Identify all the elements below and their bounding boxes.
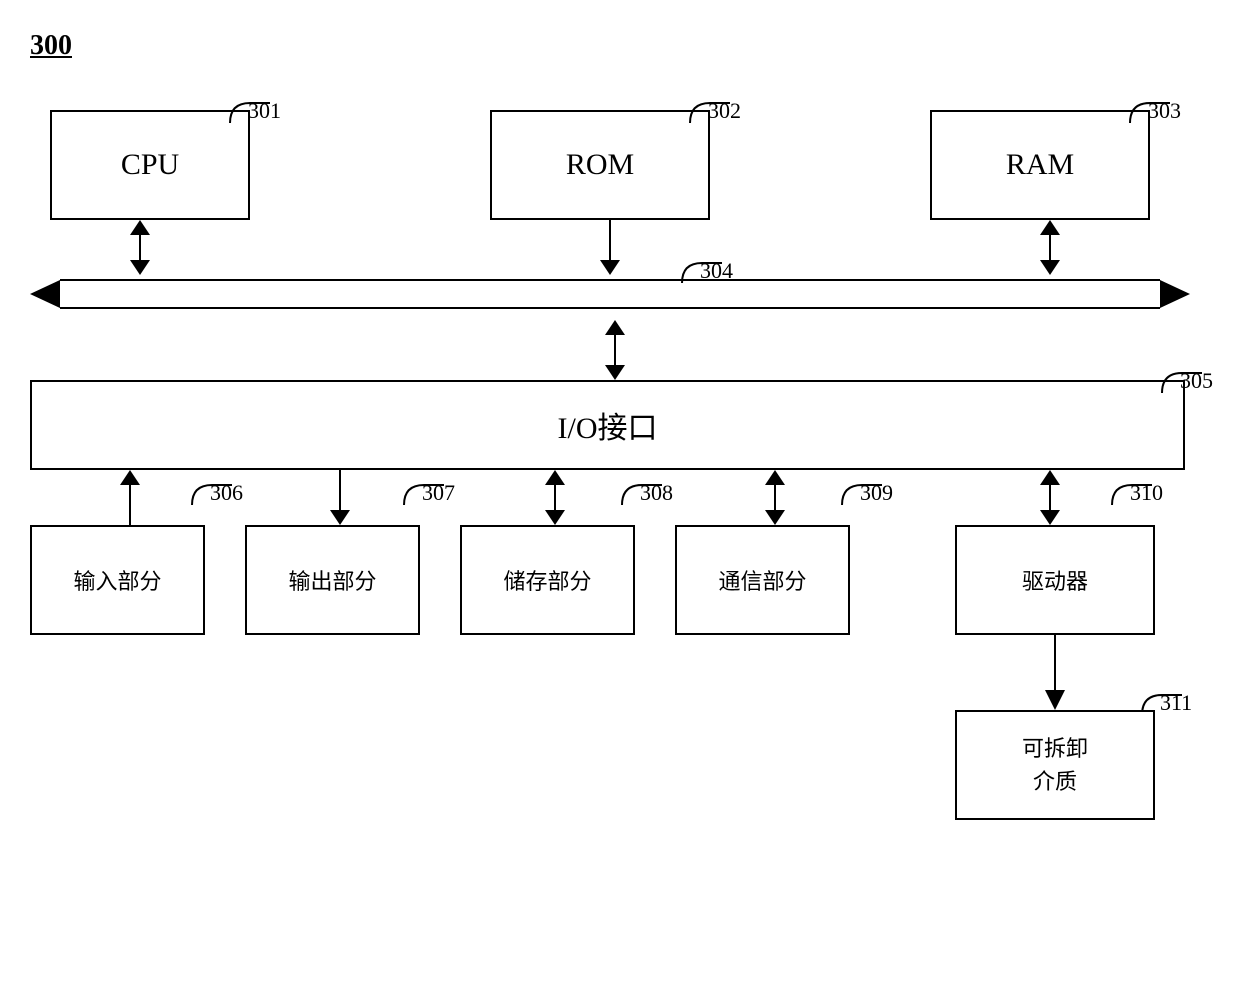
bracket-303 <box>1125 98 1175 128</box>
arrow-io-output <box>325 470 355 525</box>
arrow-ram-bus <box>1035 220 1065 275</box>
bracket-305 <box>1157 368 1207 398</box>
arrow-comm-io <box>760 470 790 525</box>
ram-box: RAM <box>930 110 1150 220</box>
figure-label: 300 <box>30 30 72 62</box>
bus-arrow <box>30 270 1190 320</box>
arrow-storage-io <box>540 470 570 525</box>
storage-box: 储存部分 <box>460 525 635 635</box>
bracket-309 <box>837 480 887 510</box>
output-box: 输出部分 <box>245 525 420 635</box>
cpu-box: CPU <box>50 110 250 220</box>
bracket-306 <box>187 480 237 510</box>
arrow-cpu-bus <box>125 220 155 275</box>
arrow-input-io <box>115 470 145 525</box>
io-box: I/O接口 <box>30 380 1185 470</box>
input-box: 输入部分 <box>30 525 205 635</box>
comm-box: 通信部分 <box>675 525 850 635</box>
removable-box: 可拆卸 介质 <box>955 710 1155 820</box>
arrow-rom-bus <box>595 220 625 275</box>
bracket-302 <box>685 98 735 128</box>
driver-box: 驱动器 <box>955 525 1155 635</box>
bracket-307 <box>399 480 449 510</box>
rom-box: ROM <box>490 110 710 220</box>
arrow-bus-io <box>600 320 630 380</box>
bracket-301 <box>225 98 275 128</box>
arrow-driver-io <box>1035 470 1065 525</box>
bracket-310 <box>1107 480 1157 510</box>
arrow-driver-removable <box>1040 635 1070 710</box>
diagram: 300 CPU 301 ROM 302 RAM 303 <box>30 30 1210 980</box>
bracket-308 <box>617 480 667 510</box>
